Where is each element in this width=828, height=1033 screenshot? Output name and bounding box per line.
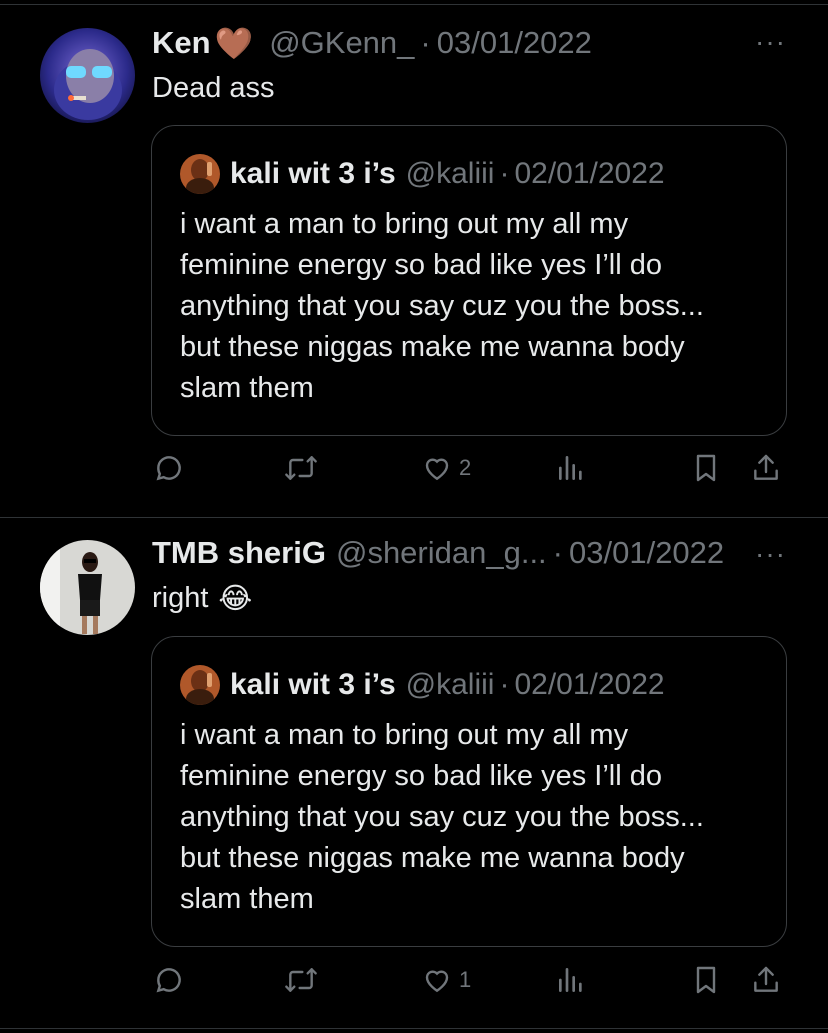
- quote-author-handle: @kaliii: [405, 668, 495, 701]
- quote-line: anything that you say cuz you the boss..…: [180, 801, 704, 833]
- reply-button[interactable]: [153, 452, 185, 484]
- tweet-date[interactable]: 03/01/2022: [437, 25, 592, 61]
- tweet-date[interactable]: 03/01/2022: [569, 535, 724, 571]
- share-icon: [754, 966, 778, 992]
- brown-heart-emoji: 🤎: [214, 25, 254, 61]
- separator-dot: ·: [499, 668, 510, 701]
- separator-dot: ·: [552, 535, 563, 570]
- share-button[interactable]: [750, 964, 782, 996]
- quote-author-name: kali wit 3 i’s: [230, 668, 396, 701]
- avatar-ken[interactable]: [40, 28, 135, 123]
- quote-line: but these niggas make me wanna body: [180, 842, 685, 874]
- quoted-tweet[interactable]: kali wit 3 i’s @kaliii · 02/01/2022 i wa…: [151, 636, 787, 947]
- quote-header: kali wit 3 i’s @kaliii · 02/01/2022: [180, 665, 665, 705]
- author-name[interactable]: Ken: [152, 25, 211, 61]
- like-count: 2: [459, 455, 472, 480]
- separator-dot: ·: [499, 157, 510, 190]
- tweet-divider: [0, 1028, 828, 1029]
- like-button[interactable]: 1: [421, 964, 471, 996]
- quote-author-name: kali wit 3 i’s: [230, 157, 396, 190]
- like-button[interactable]: 2: [421, 452, 471, 484]
- tweet-header: TMB sheriG @sheridan_g... · 03/01/2022: [152, 534, 724, 572]
- share-icon: [754, 454, 778, 480]
- quote-text: i want a man to bring out my all my femi…: [180, 204, 770, 409]
- quote-header: kali wit 3 i’s @kaliii · 02/01/2022: [180, 154, 665, 194]
- author-handle[interactable]: @GKenn_: [269, 25, 414, 61]
- tweet-2[interactable]: TMB sheriG @sheridan_g... · 03/01/2022 ·…: [0, 518, 828, 1028]
- quoted-tweet[interactable]: kali wit 3 i’s @kaliii · 02/01/2022 i wa…: [151, 125, 787, 436]
- more-icon[interactable]: ···: [755, 538, 786, 570]
- bookmark-icon: [696, 966, 716, 994]
- action-bar: 2: [0, 452, 828, 492]
- quote-avatar[interactable]: [180, 665, 220, 705]
- tweet-text: Dead ass: [152, 68, 275, 108]
- quote-date: 02/01/2022: [514, 157, 665, 190]
- tweet-text-content: Dead ass: [152, 71, 275, 104]
- quote-line: anything that you say cuz you the boss..…: [180, 290, 704, 322]
- quote-line: slam them: [180, 372, 314, 404]
- retweet-icon: [285, 456, 317, 480]
- author-handle[interactable]: @sheridan_g...: [336, 535, 547, 571]
- action-bar: 1: [0, 964, 828, 1004]
- quote-text: i want a man to bring out my all my femi…: [180, 715, 770, 920]
- quote-avatar[interactable]: [180, 154, 220, 194]
- tweet-text: right 😂: [152, 578, 252, 618]
- author-name[interactable]: TMB sheriG: [152, 535, 326, 571]
- retweet-button[interactable]: [283, 964, 319, 996]
- like-count: 1: [459, 967, 472, 992]
- quote-line: but these niggas make me wanna body: [180, 331, 685, 363]
- bookmark-button[interactable]: [690, 452, 722, 484]
- views-icon: [559, 456, 582, 480]
- quote-line: i want a man to bring out my all my: [180, 719, 629, 751]
- bookmark-button[interactable]: [690, 964, 722, 996]
- tweet-header: Ken 🤎 @GKenn_ · 03/01/2022: [152, 24, 592, 62]
- reply-icon: [156, 968, 181, 993]
- more-icon[interactable]: ···: [755, 26, 786, 58]
- quote-line: slam them: [180, 883, 314, 915]
- bookmark-icon: [696, 454, 716, 482]
- views-button[interactable]: [555, 964, 587, 996]
- quote-date: 02/01/2022: [514, 668, 665, 701]
- retweet-button[interactable]: [283, 452, 319, 484]
- laughing-emoji: 😂: [218, 582, 253, 615]
- quote-line: feminine energy so bad like yes I’ll do: [180, 249, 662, 281]
- avatar-sherig[interactable]: [40, 540, 135, 635]
- like-icon: [425, 970, 449, 993]
- tweet-1[interactable]: Ken 🤎 @GKenn_ · 03/01/2022 ··· Dead ass …: [0, 0, 828, 517]
- views-button[interactable]: [555, 452, 587, 484]
- tweet-text-content: right: [152, 581, 209, 614]
- views-icon: [559, 968, 582, 992]
- like-icon: [425, 458, 449, 481]
- quote-line: feminine energy so bad like yes I’ll do: [180, 760, 662, 792]
- reply-icon: [156, 456, 181, 481]
- separator-dot: ·: [420, 25, 431, 60]
- share-button[interactable]: [750, 452, 782, 484]
- retweet-icon: [285, 968, 317, 992]
- reply-button[interactable]: [153, 964, 185, 996]
- quote-line: i want a man to bring out my all my: [180, 208, 629, 240]
- quote-author-handle: @kaliii: [405, 157, 495, 190]
